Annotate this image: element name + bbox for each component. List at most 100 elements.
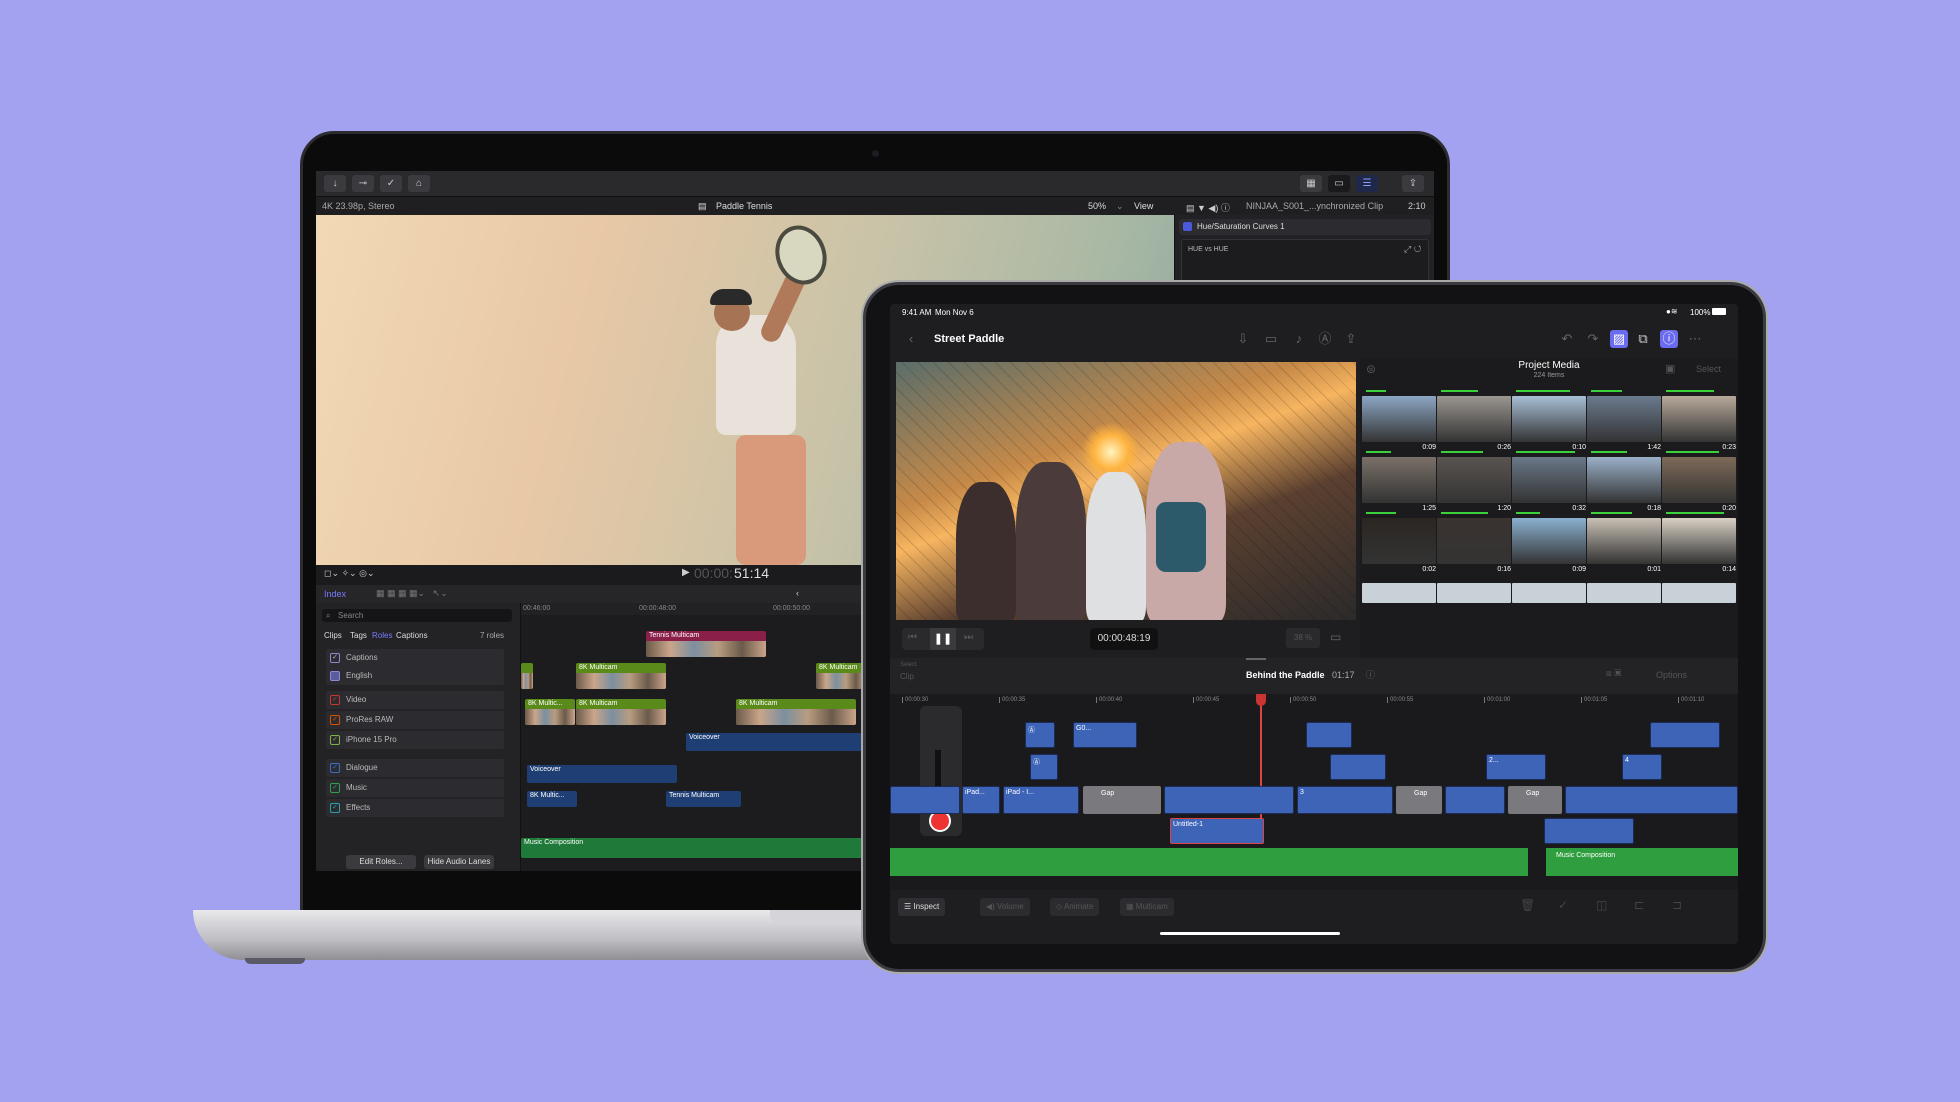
role-captions[interactable]: ✓ Captions (326, 649, 504, 667)
inspector-icon[interactable]: ⓘ (1660, 330, 1678, 348)
checkbox[interactable]: ✓ (330, 803, 340, 813)
media-thumbnail[interactable] (1662, 457, 1736, 503)
analyze-icon[interactable]: ✓ (380, 175, 402, 192)
back-icon[interactable]: ‹ (902, 330, 920, 348)
timeline-ruler[interactable]: 00:00:30 00:00:35 00:00:40 00:00:45 00:00:50… (890, 694, 1738, 706)
media-thumbnail[interactable] (1512, 457, 1586, 503)
clip-untitled-1[interactable]: Untitled-1 (1170, 818, 1264, 844)
multicam-button[interactable]: ▦ Multicam (1120, 898, 1174, 916)
redo-icon[interactable]: ↷ (1584, 330, 1602, 348)
layout-icon[interactable]: ▣ (1665, 362, 1675, 375)
effect-row[interactable]: Hue/Saturation Curves 1 (1179, 219, 1431, 235)
eyedropper-icon[interactable]: ⤢ ↺ (1404, 244, 1421, 255)
connected-clip[interactable] (1330, 754, 1386, 780)
zoom-menu[interactable]: 50% (1088, 201, 1106, 211)
browser-icon[interactable]: ⧉ (1634, 330, 1652, 348)
clip-8k-multicam[interactable]: 8K Multicam (576, 663, 666, 689)
clip-8k-multicam[interactable]: 8K Multicam (736, 699, 856, 725)
tab-captions[interactable]: Captions (396, 631, 428, 640)
media-thumbnail[interactable] (1512, 396, 1586, 442)
inspector-icon[interactable]: ☰ (1356, 175, 1378, 192)
primary-clip[interactable] (1164, 786, 1294, 814)
clip-tennis-multicam-audio[interactable]: Tennis Multicam (666, 791, 741, 807)
index-button[interactable]: Index (324, 589, 346, 599)
clip-8k-multicam[interactable]: 8K Multicam (816, 663, 866, 689)
skip-back-icon[interactable]: ⏮ (908, 632, 917, 643)
clip-8k-multicam-audio[interactable]: 8K Multic... (527, 791, 577, 807)
edit-roles-button[interactable]: Edit Roles... (346, 855, 416, 869)
title-icon[interactable]: Ⓐ (1316, 330, 1334, 348)
media-thumbnail[interactable] (1362, 396, 1436, 442)
timeline-view-icon[interactable]: ▭ (1328, 175, 1350, 192)
inspector-tabs-icon[interactable]: ▤ ▼ ◀) ⓘ (1186, 201, 1230, 214)
media-thumbnail[interactable] (1662, 518, 1736, 564)
media-thumbnail[interactable] (1587, 518, 1661, 564)
title-clip[interactable]: Ⓐ (1025, 722, 1055, 748)
undo-icon[interactable]: ↶ (1558, 330, 1576, 348)
pause-icon[interactable]: ❚❚ (930, 628, 956, 650)
grid-icon[interactable]: ▦ (1300, 175, 1322, 192)
role-iphone[interactable]: ✓ iPhone 15 Pro (326, 731, 504, 749)
clip-go[interactable]: G0... (1073, 722, 1137, 748)
role-prores-raw[interactable]: ✓ ProRes RAW (326, 711, 504, 729)
tab-roles[interactable]: Roles (372, 631, 392, 640)
microphone-icon[interactable]: ♪ (1290, 330, 1308, 348)
media-thumbnail[interactable] (1587, 583, 1661, 603)
gap-clip[interactable]: Gap (1396, 786, 1442, 814)
media-thumbnail[interactable] (1587, 396, 1661, 442)
checkmark-icon[interactable]: ✓ (1558, 898, 1568, 912)
trim-end-icon[interactable]: ⊐ (1672, 898, 1682, 912)
clip-appearance-icon[interactable]: ▦ ▦ ▦ ▦⌄ ↖⌄ (376, 588, 448, 599)
tab-tags[interactable]: Tags (350, 631, 367, 640)
clip-tennis-multicam[interactable]: Tennis Multicam (646, 631, 766, 657)
clip-ipad[interactable]: iPad... (962, 786, 1000, 814)
media-thumbnail[interactable] (1362, 583, 1436, 603)
keyword-icon[interactable]: ⊸ (352, 175, 374, 192)
clip-8k-multicam[interactable] (521, 663, 533, 689)
clip-voiceover[interactable]: Voiceover (686, 733, 866, 751)
checkbox[interactable]: ✓ (330, 653, 340, 663)
media-thumbnail[interactable] (1437, 457, 1511, 503)
share-icon[interactable]: ⇪ (1402, 175, 1424, 192)
share-icon[interactable]: ⇪ (1342, 330, 1360, 348)
more-icon[interactable]: ⋯ (1686, 330, 1704, 348)
primary-clip[interactable]: 3 (1297, 786, 1393, 814)
back-icon[interactable]: ‹ (796, 588, 799, 598)
select-mode[interactable]: Clip (900, 672, 914, 681)
clip-voiceover[interactable]: Voiceover (527, 765, 677, 783)
connected-clip[interactable]: 4 (1622, 754, 1662, 780)
media-thumbnail[interactable] (1512, 518, 1586, 564)
checkbox[interactable]: ✓ (330, 735, 340, 745)
media-thumbnail[interactable] (1437, 518, 1511, 564)
search-input[interactable]: ⌕ Search (322, 609, 512, 622)
clip-8k-multicam[interactable]: 8K Multic... (525, 699, 575, 725)
info-icon[interactable]: ⓘ (1366, 668, 1375, 681)
playhead-handle[interactable] (1256, 694, 1266, 706)
checkbox[interactable]: ✓ (330, 715, 340, 725)
media-thumbnail[interactable] (1437, 583, 1511, 603)
checkbox[interactable] (330, 671, 340, 681)
connected-clip[interactable] (1544, 818, 1634, 844)
checkbox[interactable]: ✓ (330, 695, 340, 705)
role-music[interactable]: ✓ Music (326, 779, 504, 797)
connected-clip[interactable]: 2... (1486, 754, 1546, 780)
media-thumbnail[interactable] (1437, 396, 1511, 442)
display-icon[interactable]: ▭ (1330, 630, 1341, 644)
options-menu[interactable]: Options (1656, 670, 1687, 680)
role-video[interactable]: ✓ Video (326, 691, 504, 709)
checkbox[interactable]: ✓ (330, 763, 340, 773)
select-button[interactable]: Select (1696, 364, 1721, 374)
effect-checkbox[interactable] (1183, 222, 1192, 231)
checkbox[interactable]: ✓ (330, 783, 340, 793)
primary-clip[interactable] (1565, 786, 1738, 814)
media-thumbnail[interactable] (1587, 457, 1661, 503)
title-clip[interactable]: Ⓐ (1030, 754, 1058, 780)
view-menu[interactable]: View (1134, 201, 1153, 211)
primary-clip[interactable] (890, 786, 960, 814)
role-effects[interactable]: ✓ Effects (326, 799, 504, 817)
inspect-button[interactable]: ☰ Inspect (898, 898, 946, 916)
hide-audio-lanes-button[interactable]: Hide Audio Lanes (424, 855, 494, 869)
effects-icon[interactable]: ⌂ (408, 175, 430, 192)
tab-clips[interactable]: Clips (324, 631, 342, 640)
media-thumbnail[interactable] (1362, 457, 1436, 503)
